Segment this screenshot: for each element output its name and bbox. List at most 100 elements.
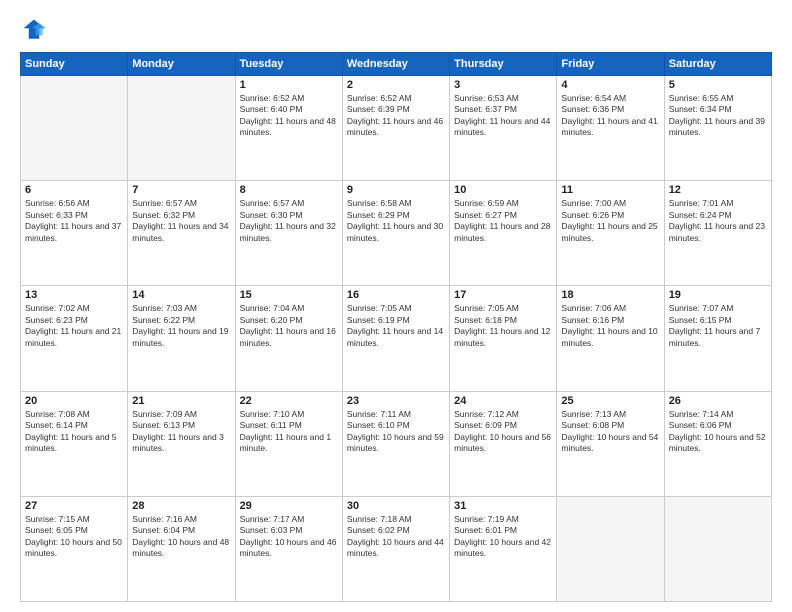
day-header-tuesday: Tuesday	[235, 53, 342, 76]
day-cell: 9Sunrise: 6:58 AMSunset: 6:29 PMDaylight…	[342, 181, 449, 286]
day-number: 17	[454, 289, 552, 301]
day-cell: 8 Sunrise: 6:57 AMSunset: 6:30 PMDaylight…	[235, 181, 342, 286]
day-cell: 22 Sunrise: 7:10 AMSunset: 6:11 PMDayligh…	[235, 391, 342, 496]
day-cell	[21, 76, 128, 181]
day-info: Sunrise: 7:01 AMSunset: 6:24 PMDaylight:…	[669, 198, 767, 244]
day-info: Sunrise: 7:05 AMSunset: 6:19 PMDaylight:…	[347, 303, 445, 349]
day-cell: 10 Sunrise: 6:59 AMSunset: 6:27 PMDayligh…	[450, 181, 557, 286]
week-row-2: 13 Sunrise: 7:02 AMSunset: 6:23 PMDayligh…	[21, 286, 772, 391]
day-info: Sunrise: 7:09 AMSunset: 6:13 PMDaylight:…	[132, 409, 230, 455]
calendar-table: SundayMondayTuesdayWednesdayThursdayFrid…	[20, 52, 772, 602]
day-header-saturday: Saturday	[664, 53, 771, 76]
day-cell: 21Sunrise: 7:09 AMSunset: 6:13 PMDayligh…	[128, 391, 235, 496]
week-row-1: 6 Sunrise: 6:56 AMSunset: 6:33 PMDaylight…	[21, 181, 772, 286]
day-number: 30	[347, 500, 445, 512]
day-cell: 17 Sunrise: 7:05 AMSunset: 6:18 PMDayligh…	[450, 286, 557, 391]
day-cell: 1 Sunrise: 6:52 AMSunset: 6:40 PMDaylight…	[235, 76, 342, 181]
day-number: 25	[561, 395, 659, 407]
day-number: 31	[454, 500, 552, 512]
day-info: Sunrise: 6:56 AMSunset: 6:33 PMDaylight:…	[25, 198, 123, 244]
day-info: Sunrise: 7:04 AMSunset: 6:20 PMDaylight:…	[240, 303, 338, 349]
day-info: Sunrise: 6:58 AMSunset: 6:29 PMDaylight:…	[347, 198, 445, 244]
day-info: Sunrise: 7:19 AMSunset: 6:01 PMDaylight:…	[454, 514, 552, 560]
day-number: 14	[132, 289, 230, 301]
day-info: Sunrise: 7:13 AMSunset: 6:08 PMDaylight:…	[561, 409, 659, 455]
day-info: Sunrise: 6:52 AMSunset: 6:39 PMDaylight:…	[347, 93, 445, 139]
day-cell: 13 Sunrise: 7:02 AMSunset: 6:23 PMDayligh…	[21, 286, 128, 391]
day-number: 19	[669, 289, 767, 301]
day-cell: 24 Sunrise: 7:12 AMSunset: 6:09 PMDayligh…	[450, 391, 557, 496]
day-number: 20	[25, 395, 123, 407]
day-info: Sunrise: 7:07 AMSunset: 6:15 PMDaylight:…	[669, 303, 767, 349]
day-cell: 29 Sunrise: 7:17 AMSunset: 6:03 PMDayligh…	[235, 496, 342, 601]
day-cell: 30 Sunrise: 7:18 AMSunset: 6:02 PMDayligh…	[342, 496, 449, 601]
day-header-thursday: Thursday	[450, 53, 557, 76]
day-cell: 4Sunrise: 6:54 AMSunset: 6:36 PMDaylight…	[557, 76, 664, 181]
day-number: 13	[25, 289, 123, 301]
day-number: 28	[132, 500, 230, 512]
day-cell: 25 Sunrise: 7:13 AMSunset: 6:08 PMDayligh…	[557, 391, 664, 496]
day-info: Sunrise: 7:10 AMSunset: 6:11 PMDaylight:…	[240, 409, 338, 455]
day-cell: 16Sunrise: 7:05 AMSunset: 6:19 PMDayligh…	[342, 286, 449, 391]
day-number: 10	[454, 184, 552, 196]
day-cell: 2 Sunrise: 6:52 AMSunset: 6:39 PMDaylight…	[342, 76, 449, 181]
logo-icon	[20, 16, 48, 44]
week-row-4: 27Sunrise: 7:15 AMSunset: 6:05 PMDayligh…	[21, 496, 772, 601]
day-info: Sunrise: 7:03 AMSunset: 6:22 PMDaylight:…	[132, 303, 230, 349]
day-info: Sunrise: 6:53 AMSunset: 6:37 PMDaylight:…	[454, 93, 552, 139]
day-cell: 11 Sunrise: 7:00 AMSunset: 6:26 PMDayligh…	[557, 181, 664, 286]
day-number: 6	[25, 184, 123, 196]
day-info: Sunrise: 6:57 AMSunset: 6:32 PMDaylight:…	[132, 198, 230, 244]
day-info: Sunrise: 7:15 AMSunset: 6:05 PMDaylight:…	[25, 514, 123, 560]
day-number: 3	[454, 79, 552, 91]
day-number: 8	[240, 184, 338, 196]
day-header-sunday: Sunday	[21, 53, 128, 76]
day-header-wednesday: Wednesday	[342, 53, 449, 76]
page: SundayMondayTuesdayWednesdayThursdayFrid…	[0, 0, 792, 612]
day-info: Sunrise: 7:16 AMSunset: 6:04 PMDaylight:…	[132, 514, 230, 560]
header	[20, 16, 772, 44]
day-cell: 7 Sunrise: 6:57 AMSunset: 6:32 PMDaylight…	[128, 181, 235, 286]
day-info: Sunrise: 7:18 AMSunset: 6:02 PMDaylight:…	[347, 514, 445, 560]
day-cell: 27Sunrise: 7:15 AMSunset: 6:05 PMDayligh…	[21, 496, 128, 601]
day-info: Sunrise: 7:00 AMSunset: 6:26 PMDaylight:…	[561, 198, 659, 244]
day-cell	[557, 496, 664, 601]
day-cell: 6 Sunrise: 6:56 AMSunset: 6:33 PMDaylight…	[21, 181, 128, 286]
day-cell: 15 Sunrise: 7:04 AMSunset: 6:20 PMDayligh…	[235, 286, 342, 391]
day-info: Sunrise: 7:12 AMSunset: 6:09 PMDaylight:…	[454, 409, 552, 455]
day-header-monday: Monday	[128, 53, 235, 76]
day-info: Sunrise: 7:11 AMSunset: 6:10 PMDaylight:…	[347, 409, 445, 455]
day-header-friday: Friday	[557, 53, 664, 76]
day-cell: 5Sunrise: 6:55 AMSunset: 6:34 PMDaylight…	[664, 76, 771, 181]
day-number: 24	[454, 395, 552, 407]
day-info: Sunrise: 6:55 AMSunset: 6:34 PMDaylight:…	[669, 93, 767, 139]
day-info: Sunrise: 7:05 AMSunset: 6:18 PMDaylight:…	[454, 303, 552, 349]
day-number: 29	[240, 500, 338, 512]
day-number: 1	[240, 79, 338, 91]
day-info: Sunrise: 6:59 AMSunset: 6:27 PMDaylight:…	[454, 198, 552, 244]
day-number: 26	[669, 395, 767, 407]
day-info: Sunrise: 7:08 AMSunset: 6:14 PMDaylight:…	[25, 409, 123, 455]
day-cell: 28 Sunrise: 7:16 AMSunset: 6:04 PMDayligh…	[128, 496, 235, 601]
day-number: 7	[132, 184, 230, 196]
day-number: 18	[561, 289, 659, 301]
day-info: Sunrise: 6:57 AMSunset: 6:30 PMDaylight:…	[240, 198, 338, 244]
day-info: Sunrise: 6:54 AMSunset: 6:36 PMDaylight:…	[561, 93, 659, 139]
day-cell: 14 Sunrise: 7:03 AMSunset: 6:22 PMDayligh…	[128, 286, 235, 391]
day-info: Sunrise: 7:02 AMSunset: 6:23 PMDaylight:…	[25, 303, 123, 349]
day-number: 15	[240, 289, 338, 301]
day-cell: 23 Sunrise: 7:11 AMSunset: 6:10 PMDayligh…	[342, 391, 449, 496]
day-number: 11	[561, 184, 659, 196]
day-number: 23	[347, 395, 445, 407]
day-number: 12	[669, 184, 767, 196]
day-info: Sunrise: 7:17 AMSunset: 6:03 PMDaylight:…	[240, 514, 338, 560]
day-cell: 18Sunrise: 7:06 AMSunset: 6:16 PMDayligh…	[557, 286, 664, 391]
day-info: Sunrise: 6:52 AMSunset: 6:40 PMDaylight:…	[240, 93, 338, 139]
day-cell: 3 Sunrise: 6:53 AMSunset: 6:37 PMDaylight…	[450, 76, 557, 181]
day-number: 22	[240, 395, 338, 407]
day-number: 2	[347, 79, 445, 91]
week-row-0: 1 Sunrise: 6:52 AMSunset: 6:40 PMDaylight…	[21, 76, 772, 181]
header-row: SundayMondayTuesdayWednesdayThursdayFrid…	[21, 53, 772, 76]
day-cell: 12 Sunrise: 7:01 AMSunset: 6:24 PMDayligh…	[664, 181, 771, 286]
day-cell	[664, 496, 771, 601]
